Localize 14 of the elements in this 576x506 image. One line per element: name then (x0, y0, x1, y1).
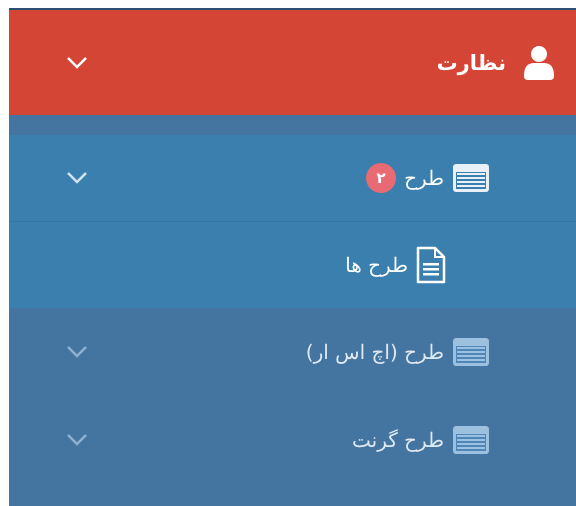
section-header[interactable]: نظارت (9, 10, 576, 115)
list-icon (452, 337, 490, 367)
user-icon (522, 44, 556, 80)
count-badge: ۲ (366, 163, 396, 193)
submenu-item[interactable]: طرح ها (345, 253, 408, 277)
chevron-down-icon[interactable] (66, 433, 88, 447)
list-icon (452, 163, 490, 193)
menu-item[interactable]: طرح گرنت (352, 428, 444, 452)
menu-item[interactable]: طرح (اچ اس ار) (306, 340, 444, 364)
document-icon (416, 246, 446, 284)
header-label: نظارت (436, 50, 506, 74)
chevron-down-icon[interactable] (66, 345, 88, 359)
menu-item[interactable]: طرح (404, 166, 444, 190)
list-icon (452, 425, 490, 455)
